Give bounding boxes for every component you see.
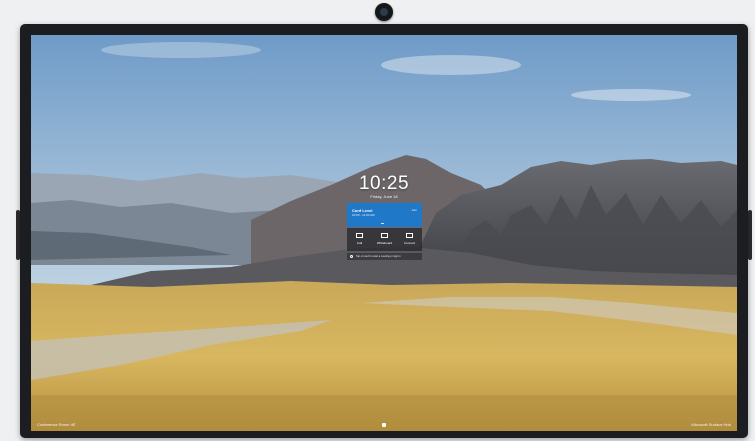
- connect-label: Connect: [403, 241, 416, 245]
- whiteboard-label: Whiteboard: [376, 241, 393, 245]
- meeting-card[interactable]: Conf Level 10:00 - 11:00 AM Join: [347, 203, 422, 227]
- lock-panel: Conf Level 10:00 - 11:00 AM Join Call Wh…: [347, 203, 422, 263]
- start-icon[interactable]: [382, 423, 386, 427]
- call-button[interactable]: Call: [347, 228, 372, 251]
- right-side-handle: [748, 210, 752, 260]
- lock-date: Friday, June 18: [370, 194, 398, 199]
- whiteboard-icon: [381, 233, 388, 238]
- action-row: Call Whiteboard Connect: [347, 228, 422, 251]
- notice-text: Tap or touch to start a meeting or sign …: [356, 255, 401, 258]
- meeting-page-indicator: [381, 223, 384, 224]
- camera-icon: [375, 3, 393, 21]
- room-name: Conference Room 4E: [37, 422, 76, 427]
- phone-video-icon: [356, 233, 363, 238]
- lock-clock: 10:25: [358, 173, 410, 194]
- whiteboard-button[interactable]: Whiteboard: [372, 228, 397, 251]
- call-label: Call: [356, 241, 363, 245]
- camera-lens: [380, 8, 388, 16]
- screen-connect-icon: [406, 233, 413, 238]
- lock-screen[interactable]: 10:25 Friday, June 18 Conf Level 10:00 -…: [31, 35, 737, 431]
- connect-button[interactable]: Connect: [397, 228, 422, 251]
- meeting-time: 10:00 - 11:00 AM: [352, 213, 375, 217]
- join-meeting-button[interactable]: Join: [411, 208, 417, 212]
- sign-in-notice[interactable]: Tap or touch to start a meeting or sign …: [347, 253, 422, 260]
- brand-label: Microsoft Surface Hub: [691, 422, 731, 427]
- info-icon: [350, 255, 353, 258]
